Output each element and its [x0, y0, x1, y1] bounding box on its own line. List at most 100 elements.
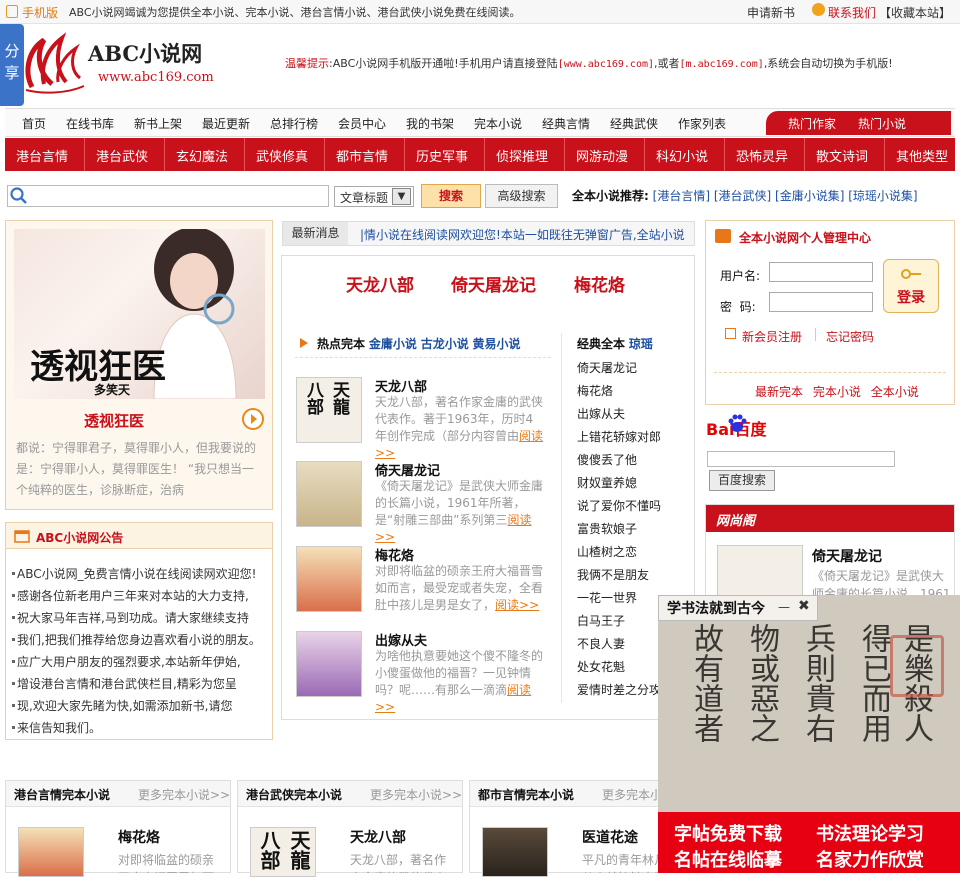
login-button[interactable]: 登录: [883, 259, 939, 313]
book-title[interactable]: 天龙八部: [350, 827, 406, 847]
classic-item[interactable]: 白马王子: [577, 612, 625, 629]
classic-item[interactable]: 出嫁从夫: [577, 405, 625, 422]
featured-title[interactable]: 透视狂医: [84, 410, 144, 431]
classic-item[interactable]: 不良人妻: [577, 635, 625, 652]
notice-url-1[interactable]: [www.abc169.com]: [558, 59, 654, 70]
book-cover[interactable]: 八部 天龍: [250, 827, 316, 877]
side-book-title[interactable]: 倚天屠龙记: [812, 546, 882, 566]
book-title[interactable]: 天龙八部: [375, 376, 427, 395]
favorite-link[interactable]: 【收藏本站】: [879, 4, 951, 21]
baidu-search-input[interactable]: [707, 451, 895, 467]
classic-item[interactable]: 爱情时差之分攻: [577, 681, 661, 698]
classic-item[interactable]: 一花一世界: [577, 589, 637, 606]
popup-banner[interactable]: 字帖免费下载 书法理论学习 名帖在线临摹 名家力作欣赏: [658, 812, 960, 873]
finished-novels-link[interactable]: 完本小说: [813, 385, 861, 399]
book-cover[interactable]: [296, 631, 362, 697]
headline-link[interactable]: 倚天屠龙记: [451, 271, 536, 296]
category-item[interactable]: 港台武侠: [96, 146, 148, 165]
nav-item-bookshelf[interactable]: 我的书架: [406, 115, 454, 132]
book-cover[interactable]: 八部 天龍: [296, 377, 362, 443]
category-item[interactable]: 玄幻魔法: [176, 146, 228, 165]
nav-item-home[interactable]: 首页: [22, 115, 46, 132]
nav-item-authors[interactable]: 作家列表: [678, 115, 726, 132]
mobile-link[interactable]: 手机版: [22, 4, 58, 21]
category-item[interactable]: 网游动漫: [576, 146, 628, 165]
more-link[interactable]: 更多完本小说>>: [138, 786, 230, 803]
classic-item[interactable]: 我俩不是朋友: [577, 566, 649, 583]
nav-item-library[interactable]: 在线书库: [66, 115, 114, 132]
baidu-search-button[interactable]: 百度搜索: [709, 470, 775, 491]
nav-item-romance[interactable]: 经典言情: [542, 115, 590, 132]
book-title[interactable]: 梅花烙: [375, 545, 414, 564]
book-title[interactable]: 梅花烙: [118, 827, 160, 847]
play-icon[interactable]: [242, 408, 264, 430]
password-field[interactable]: [769, 292, 873, 312]
share-button[interactable]: 分享: [0, 24, 24, 106]
category-item[interactable]: 侦探推理: [496, 146, 548, 165]
headline-link[interactable]: 梅花烙: [574, 271, 625, 296]
recommend-link[interactable]: [金庸小说集]: [775, 189, 844, 203]
category-item[interactable]: 恐怖灵异: [736, 146, 788, 165]
hot-authors-tab[interactable]: 热门作家: [788, 115, 836, 132]
book-cover[interactable]: [296, 461, 362, 527]
recommend-link[interactable]: [港台武侠]: [714, 189, 771, 203]
hot-novels-tab[interactable]: 热门小说: [858, 115, 906, 132]
category-item[interactable]: 历史军事: [416, 146, 468, 165]
forgot-password-link[interactable]: 忘记密码: [826, 328, 874, 345]
category-item[interactable]: 都市言情: [336, 146, 388, 165]
book-title[interactable]: 医道花途: [582, 827, 638, 847]
classic-item[interactable]: 梅花烙: [577, 382, 613, 399]
nav-item-recent[interactable]: 最近更新: [202, 115, 250, 132]
search-input[interactable]: [7, 185, 329, 207]
book-item[interactable]: 倚天屠龙记 《倚天屠龙记》是武侠大师金庸的长篇小说，1961年所著，是“射雕三部…: [296, 460, 558, 544]
read-more-link[interactable]: 阅读>>: [495, 598, 539, 612]
hot-link[interactable]: 黄易小说: [473, 337, 521, 351]
category-item[interactable]: 散文诗词: [816, 146, 868, 165]
classic-item[interactable]: 山楂树之恋: [577, 543, 637, 560]
close-icon[interactable]: ✖: [798, 598, 810, 614]
classic-item[interactable]: 上错花轿嫁对郎: [577, 428, 661, 445]
category-item[interactable]: 其他类型: [896, 146, 948, 165]
recommend-link[interactable]: [港台言情]: [653, 189, 710, 203]
complete-novels-link[interactable]: 全本小说: [871, 385, 919, 399]
news-ticker[interactable]: |情小说在线阅读网欢迎您!本站一如既往无弹窗广告,全站小说: [360, 226, 685, 243]
username-field[interactable]: [769, 262, 873, 282]
chevron-down-icon[interactable]: ▼: [392, 188, 411, 205]
search-button[interactable]: 搜索: [421, 184, 481, 208]
classic-item[interactable]: 富贵软娘子: [577, 520, 637, 537]
featured-cover[interactable]: 透视狂医 多笑天: [14, 229, 265, 399]
headline-link[interactable]: 天龙八部: [346, 271, 414, 296]
register-link[interactable]: 新会员注册: [742, 328, 802, 345]
nav-item-member[interactable]: 会员中心: [338, 115, 386, 132]
notice-url-2[interactable]: [m.abc169.com]: [680, 59, 764, 70]
classic-item[interactable]: 傻傻丢了他: [577, 451, 637, 468]
classic-item[interactable]: 处女花魁: [577, 658, 625, 675]
nav-item-finished[interactable]: 完本小说: [474, 115, 522, 132]
book-cover[interactable]: [18, 827, 84, 877]
book-title[interactable]: 倚天屠龙记: [375, 460, 440, 479]
recommend-link[interactable]: [琼瑶小说集]: [848, 189, 917, 203]
classic-item[interactable]: 倚天屠龙记: [577, 359, 637, 376]
contact-link[interactable]: 联系我们: [828, 4, 876, 21]
apply-book-link[interactable]: 申请新书: [747, 4, 795, 21]
book-item[interactable]: 梅花烙 对即将临盆的硕亲王府大福晋雪如而言，最受宠或者失宠，全看肚中孩儿是男是女…: [296, 546, 558, 616]
category-item[interactable]: 武侠修真: [256, 146, 308, 165]
book-cover[interactable]: [296, 546, 362, 612]
minimize-icon[interactable]: —: [778, 600, 790, 614]
nav-item-wuxia[interactable]: 经典武侠: [610, 115, 658, 132]
classic-link[interactable]: 琼瑶: [629, 337, 653, 351]
book-item[interactable]: 八部 天龍 天龙八部 天龙八部，著名作家金庸的武侠代表作。著于1963年，历时4…: [296, 376, 558, 460]
book-item[interactable]: 出嫁从夫 为啥他执意要她这个傻不隆冬的小傻蛋做他的福晋？一见钟情吗？呢……有那么…: [296, 630, 558, 714]
latest-finished-link[interactable]: 最新完本: [755, 385, 803, 399]
logo-icon[interactable]: [22, 32, 86, 94]
book-title[interactable]: 出嫁从夫: [375, 630, 427, 649]
classic-item[interactable]: 财奴童养媳: [577, 474, 637, 491]
nav-item-ranking[interactable]: 总排行榜: [270, 115, 318, 132]
category-item[interactable]: 科幻小说: [656, 146, 708, 165]
more-link[interactable]: 更多完本小说>>: [370, 786, 462, 803]
baidu-logo[interactable]: Bai百度: [706, 414, 766, 440]
hot-link[interactable]: 古龙小说: [421, 337, 469, 351]
category-item[interactable]: 港台言情: [16, 146, 68, 165]
advanced-search-button[interactable]: 高级搜索: [485, 184, 558, 208]
hot-link[interactable]: 金庸小说: [369, 337, 417, 351]
